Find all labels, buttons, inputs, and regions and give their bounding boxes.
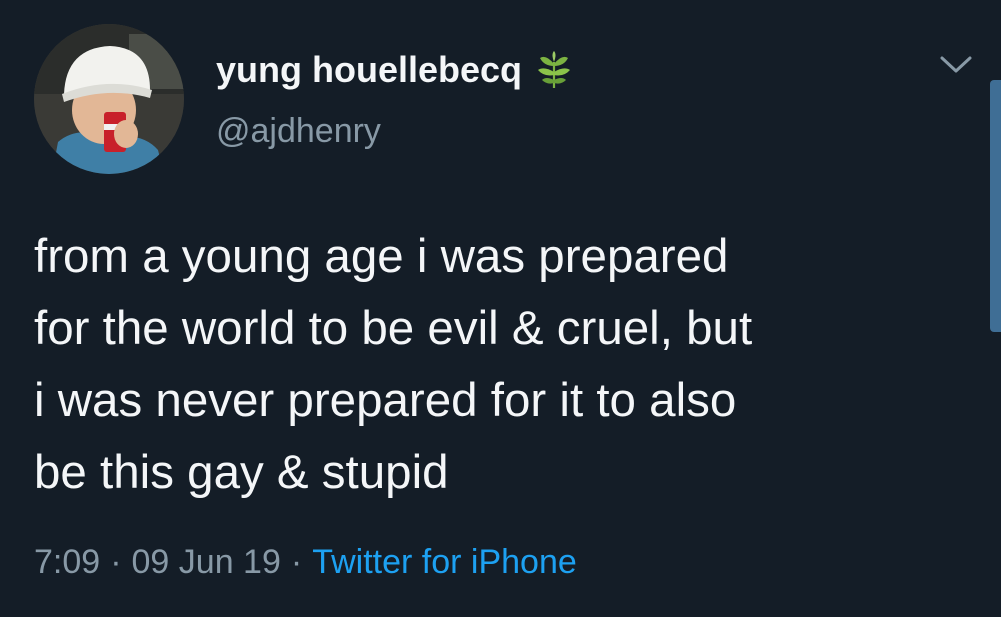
user-handle[interactable]: @ajdhenry [216, 112, 381, 151]
display-name-row: yung houellebecq [216, 46, 574, 94]
tweet-text: from a young age i was prepared for the … [34, 230, 753, 499]
tweet-card: yung houellebecq @ajdhenry from a young … [0, 0, 1001, 617]
meta-separator: · [290, 543, 303, 581]
tweet-meta: 7:09 · 09 Jun 19 · Twitter for iPhone [34, 543, 577, 582]
avatar-image [34, 24, 184, 174]
meta-separator: · [110, 543, 122, 581]
tweet-time: 7:09 [34, 543, 101, 581]
tweet-source-link[interactable]: Twitter for iPhone [312, 543, 577, 581]
herb-icon [534, 50, 574, 90]
chevron-down-icon[interactable] [936, 50, 976, 78]
avatar[interactable] [34, 24, 184, 174]
display-name[interactable]: yung houellebecq [216, 49, 522, 91]
scrollbar[interactable] [990, 80, 1001, 332]
tweet-date[interactable]: 09 Jun 19 [132, 543, 281, 581]
